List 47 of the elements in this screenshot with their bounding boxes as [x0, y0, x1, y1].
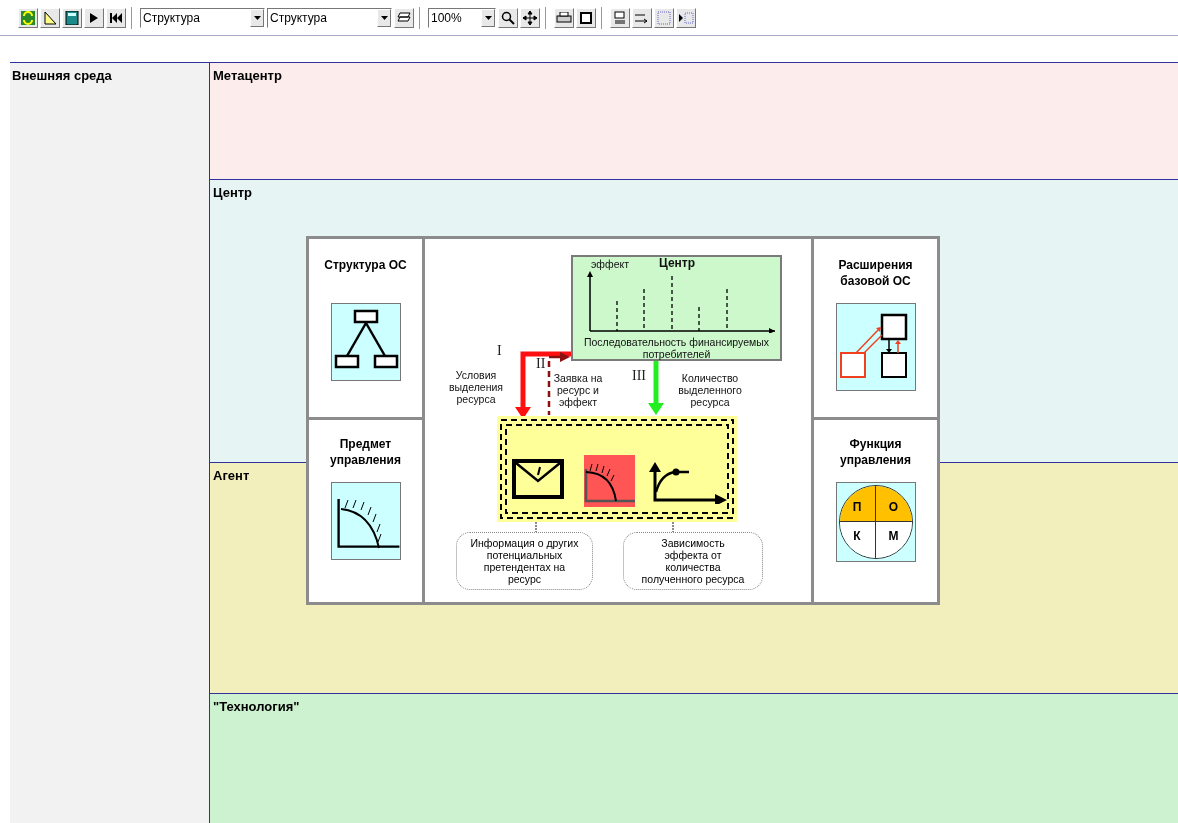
lane-title: Внешняя среда [12, 68, 112, 83]
curve-graph-icon [330, 482, 401, 560]
frame-icon[interactable] [576, 7, 596, 28]
caret-icon [380, 15, 388, 20]
axis-label: эффект [591, 258, 629, 270]
chart-title: Центр [659, 257, 696, 269]
tree-diagram-icon [330, 303, 401, 381]
panel-title: Предмет управления [329, 436, 402, 468]
grid-icon[interactable] [654, 7, 674, 28]
lane-title: Центр [213, 184, 253, 200]
lane-title: "Технология" [213, 698, 300, 714]
axis-label: Последовательность финансируемых потребителей [582, 336, 770, 360]
quadrant-label: М [875, 522, 912, 558]
text-box-icon[interactable] [610, 7, 630, 28]
zoom-dropdown[interactable]: 100% [428, 7, 496, 28]
refresh-icon[interactable] [18, 7, 38, 28]
quadrant-label: О [875, 486, 912, 522]
search-icon[interactable] [498, 7, 518, 28]
lane-title: Метацентр [213, 68, 282, 83]
calculator-icon[interactable] [62, 7, 82, 28]
quadrant-label: К [839, 522, 876, 558]
flow-label: Количество выделенного ресурса [677, 372, 743, 408]
print-icon[interactable] [554, 7, 574, 28]
flow-label: Условия выделения ресурса [447, 369, 505, 405]
callout-note: Зависимость эффекта от количества полученного ресурса [623, 532, 763, 590]
flow-numeral: II [536, 356, 546, 372]
move-icon[interactable] [520, 7, 540, 28]
structure-dropdown[interactable]: Структура [140, 7, 265, 28]
panel-title: Расширения базовой ОС [837, 257, 914, 289]
envelope-icon [512, 459, 564, 499]
panel-title: Структура ОС [323, 257, 408, 274]
flow-numeral: III [632, 368, 646, 384]
growth-graph-icon [649, 462, 729, 504]
play-icon[interactable] [84, 7, 104, 28]
curve-graph-icon [584, 455, 635, 507]
caret-icon [253, 15, 261, 20]
quadrant-label: П [839, 486, 876, 522]
flow-numeral: I [497, 343, 502, 359]
extension-diagram-icon [835, 303, 916, 391]
caret-icon [484, 15, 492, 20]
structure-dropdown[interactable]: Структура [267, 7, 392, 28]
layers-icon[interactable] [394, 7, 414, 28]
callout-note: Информация о других потенциальных претендентах на ресурс [456, 532, 593, 590]
panel-title: Функция управления [839, 436, 912, 468]
skip-back-icon[interactable] [106, 7, 126, 28]
flow-label: Заявка на ресурс и эффект [552, 372, 604, 408]
lane-title: Агент [213, 467, 250, 483]
